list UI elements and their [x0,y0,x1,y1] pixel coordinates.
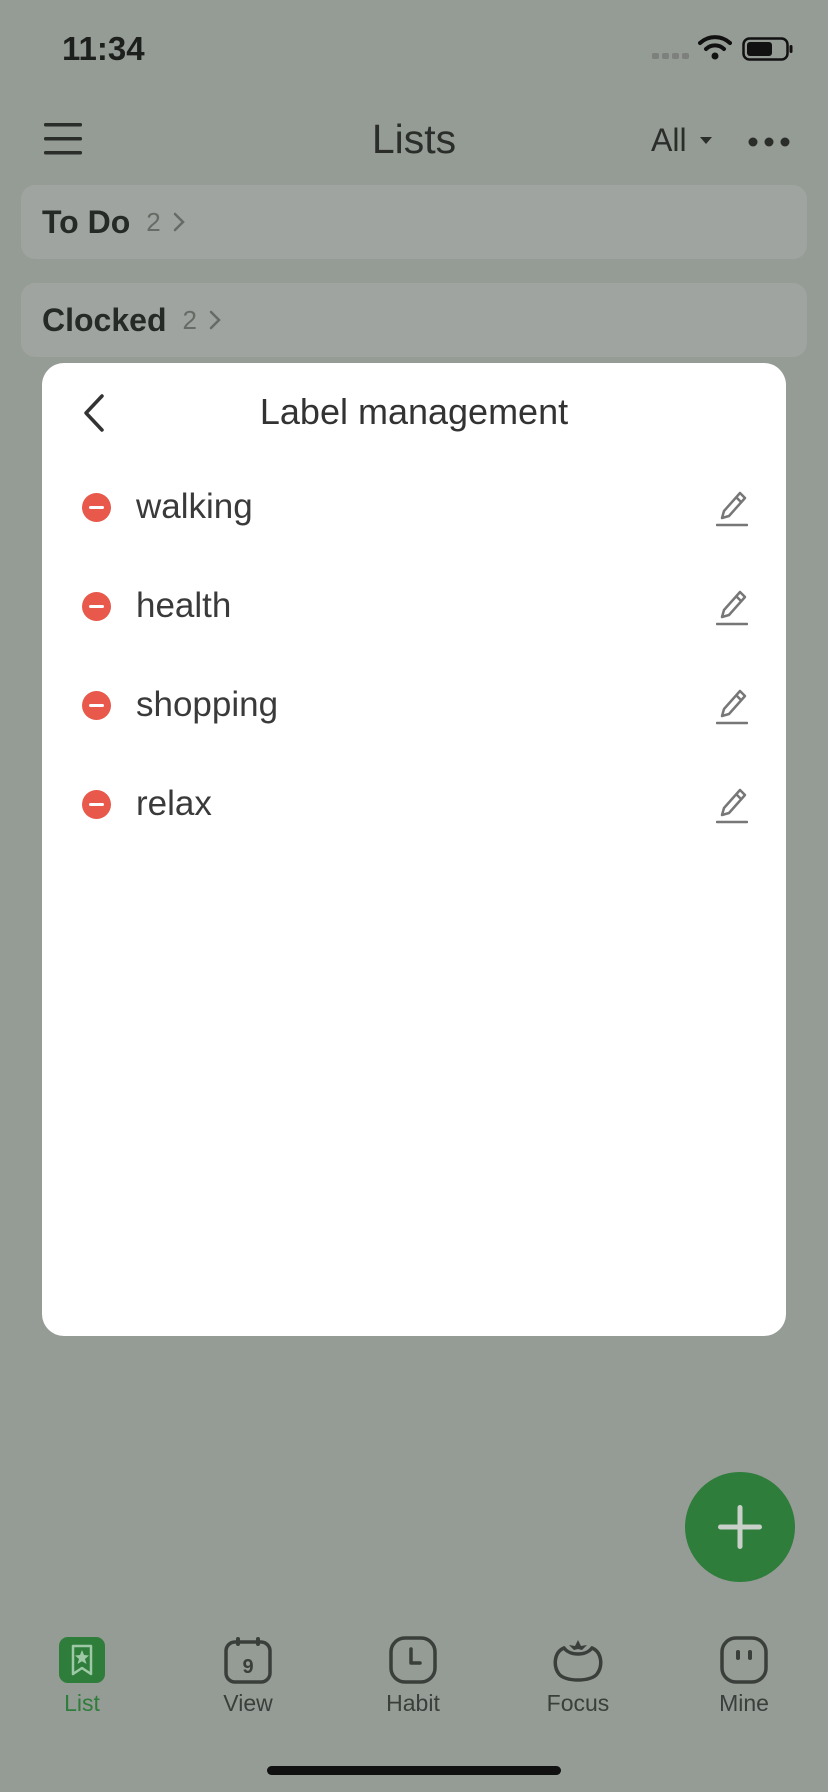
tomato-icon [553,1640,603,1682]
status-time: 11:34 [62,30,145,67]
tab-label: View [223,1690,273,1716]
tab-label: Focus [546,1690,610,1716]
group-count: 2 [182,304,197,335]
tab-view[interactable]: 9 View [183,1636,313,1717]
chevron-right-icon [209,310,221,330]
group-name: Clocked [42,301,167,338]
list-icon [59,1637,105,1683]
delete-label-button[interactable] [82,790,111,819]
group-row-clocked[interactable]: Clocked 2 [21,283,807,357]
clock-icon [389,1636,437,1684]
tab-label: List [64,1690,100,1716]
add-button[interactable] [685,1472,795,1582]
more-icon[interactable] [748,137,790,147]
tab-label: Habit [386,1690,440,1716]
delete-label-button[interactable] [82,592,111,621]
delete-label-button[interactable] [82,691,111,720]
calendar-day: 9 [242,1656,253,1678]
label-row: relax [42,756,786,855]
group-count: 2 [146,206,161,237]
group-row-todo[interactable]: To Do 2 [21,185,807,259]
label-name: relax [136,784,212,823]
edit-icon[interactable] [716,687,748,725]
tab-focus[interactable]: Focus [513,1636,643,1717]
label-name: shopping [136,685,279,724]
tab-habit[interactable]: Habit [348,1636,478,1717]
home-indicator [267,1766,561,1775]
battery-icon [742,37,793,61]
label-row: shopping [42,657,786,756]
modal-title: Label management [259,391,569,432]
face-icon [720,1636,768,1684]
label-management-modal: Label management walking health shopping… [42,363,786,1336]
edit-icon[interactable] [716,588,748,626]
edit-icon[interactable] [716,489,748,527]
signal-icon [652,53,689,59]
tab-mine[interactable]: Mine [679,1636,809,1717]
tab-list[interactable]: List [17,1636,147,1717]
label-row: walking [42,459,786,558]
group-name: To Do [42,203,131,240]
wifi-icon [698,35,732,60]
plus-icon [718,1505,762,1549]
filter-label: All [651,122,687,158]
label-name: walking [136,487,253,526]
edit-icon[interactable] [716,786,748,824]
calendar-icon: 9 [224,1637,272,1684]
caret-down-icon [699,137,712,144]
filter-dropdown[interactable]: All [651,122,713,159]
label-row: health [42,558,786,657]
delete-label-button[interactable] [82,493,111,522]
label-name: health [136,586,232,625]
tab-label: Mine [719,1690,769,1716]
chevron-right-icon [173,212,185,232]
